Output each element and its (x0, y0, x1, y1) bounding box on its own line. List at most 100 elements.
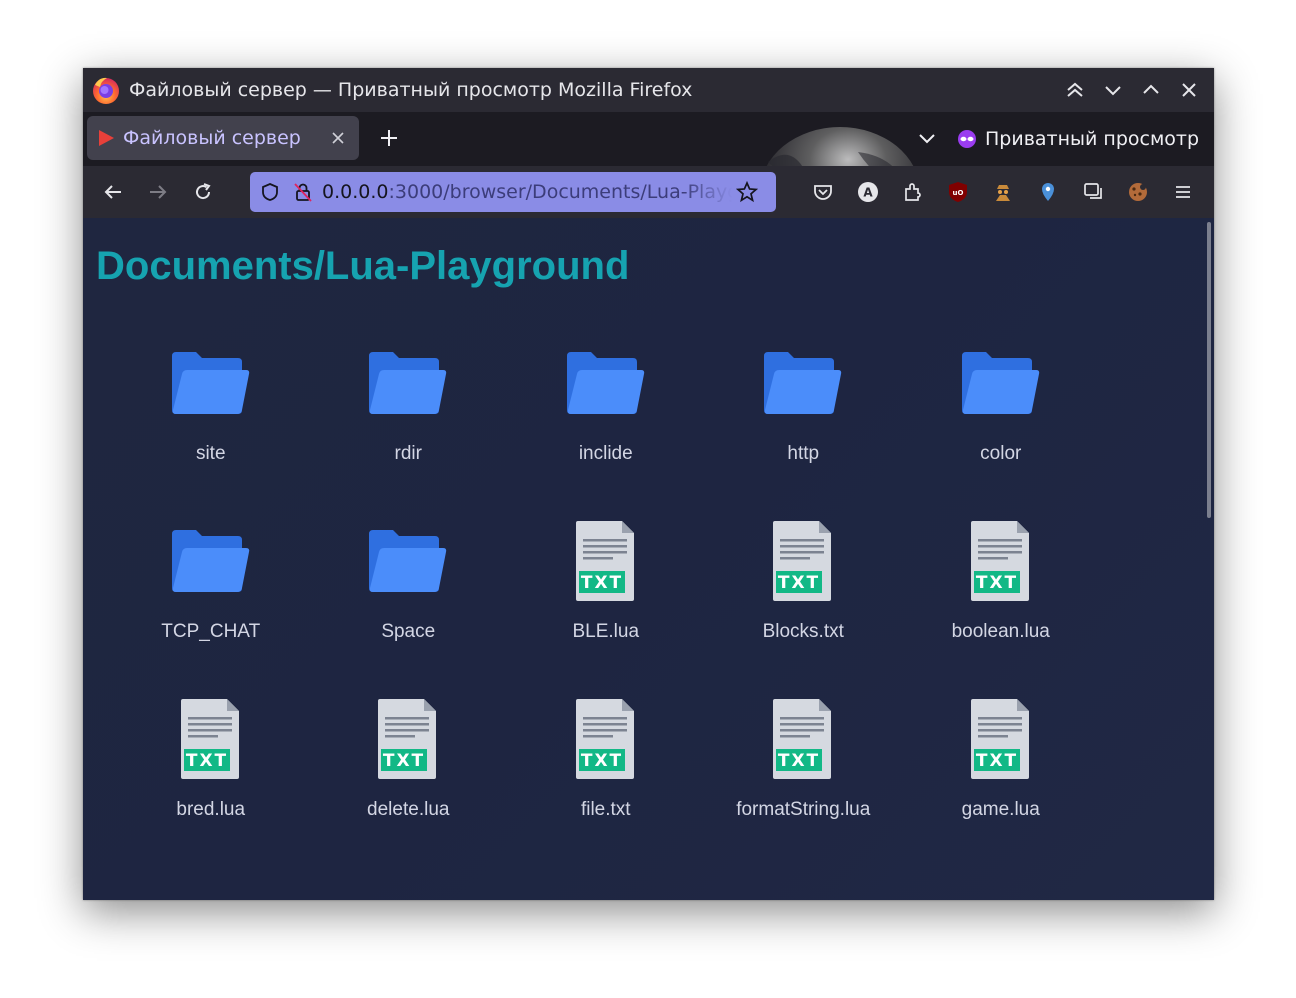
txt-badge-label: TXT (581, 573, 623, 593)
item-label[interactable]: boolean.lua (931, 620, 1071, 643)
list-all-tabs-button[interactable] (913, 124, 941, 152)
tab-title: Файловый сервер (123, 127, 301, 149)
txt-badge-label: TXT (383, 751, 425, 771)
url-text[interactable]: 0.0.0.0:3000/browser/Documents/Lua-Playg… (322, 181, 732, 203)
navigation-toolbar: 0.0.0.0:3000/browser/Documents/Lua-Playg… (83, 166, 1214, 218)
txt-file-icon: TXT (970, 521, 1029, 601)
close-window-button[interactable] (1174, 75, 1204, 105)
spy-extension-button[interactable] (987, 176, 1019, 208)
item-icon-wrap[interactable]: TXT (956, 516, 1046, 606)
txt-badge-label: TXT (581, 751, 623, 771)
tab-close-button[interactable] (329, 129, 347, 147)
insecure-lock-icon[interactable] (292, 181, 314, 203)
location-extension-button[interactable] (1032, 176, 1064, 208)
folder-item[interactable]: color (902, 338, 1100, 516)
arrow-right-icon (150, 185, 167, 199)
title-bar: Файловый сервер — Приватный просмотр Moz… (83, 68, 1214, 112)
item-icon-wrap[interactable]: TXT (561, 694, 651, 784)
item-label[interactable]: game.lua (931, 798, 1071, 821)
puzzle-icon (905, 183, 921, 201)
bookmark-star-icon[interactable] (736, 181, 758, 203)
folder-icon (961, 352, 1039, 414)
item-label[interactable]: delete.lua (338, 798, 478, 821)
folder-icon (369, 530, 447, 592)
item-icon-wrap[interactable]: TXT (956, 694, 1046, 784)
file-item[interactable]: TXT formatString.lua (705, 694, 903, 872)
file-item[interactable]: TXT boolean.lua (902, 516, 1100, 694)
folder-item[interactable]: rdir (310, 338, 508, 516)
forward-button[interactable] (142, 176, 174, 208)
item-icon-wrap[interactable] (166, 338, 256, 428)
minimize-button[interactable] (1098, 75, 1128, 105)
browser-window: Файловый сервер — Приватный просмотр Moz… (83, 68, 1214, 900)
item-label[interactable]: rdir (338, 442, 478, 465)
item-icon-wrap[interactable] (363, 516, 453, 606)
item-label[interactable]: site (141, 442, 281, 465)
folder-item[interactable]: inclide (507, 338, 705, 516)
shield-icon[interactable] (260, 182, 280, 202)
item-label[interactable]: file.txt (536, 798, 676, 821)
item-icon-wrap[interactable] (561, 338, 651, 428)
svg-text:uO: uO (953, 189, 964, 197)
item-label[interactable]: color (931, 442, 1071, 465)
synced-tabs-button[interactable] (1077, 176, 1109, 208)
item-icon-wrap[interactable] (758, 338, 848, 428)
item-label[interactable]: BLE.lua (536, 620, 676, 643)
folder-item[interactable]: http (705, 338, 903, 516)
txt-file-icon: TXT (575, 699, 634, 779)
keep-above-button[interactable] (1060, 75, 1090, 105)
app-menu-button[interactable] (1167, 176, 1199, 208)
folder-icon (764, 352, 842, 414)
item-icon-wrap[interactable]: TXT (758, 694, 848, 784)
tab-file-server[interactable]: Файловый сервер (87, 116, 359, 160)
scrollbar[interactable] (1207, 222, 1211, 518)
item-icon-wrap[interactable] (166, 516, 256, 606)
item-icon-wrap[interactable]: TXT (166, 694, 256, 784)
synced-tabs-icon (1084, 183, 1102, 199)
new-tab-button[interactable] (375, 124, 403, 152)
item-icon-wrap[interactable]: TXT (561, 516, 651, 606)
txt-file-icon: TXT (970, 699, 1029, 779)
plus-icon (381, 130, 397, 146)
item-icon-wrap[interactable]: TXT (363, 694, 453, 784)
item-label[interactable]: inclide (536, 442, 676, 465)
file-item[interactable]: TXT BLE.lua (507, 516, 705, 694)
ublock-origin-button[interactable]: uO (942, 176, 974, 208)
url-path: :3000/browser/Documents/Lua-Playground (388, 181, 732, 203)
cookie-icon (1129, 183, 1147, 201)
file-grid: site rdir inclide http color TCP_CHAT Sp… (112, 338, 1100, 872)
item-label[interactable]: formatString.lua (733, 798, 873, 821)
folder-icon (171, 352, 249, 414)
address-bar[interactable]: 0.0.0.0:3000/browser/Documents/Lua-Playg… (250, 172, 776, 212)
txt-badge-label: TXT (186, 751, 228, 771)
txt-badge-label: TXT (976, 751, 1018, 771)
item-label[interactable]: Space (338, 620, 478, 643)
file-item[interactable]: TXT Blocks.txt (705, 516, 903, 694)
txt-badge-label: TXT (976, 573, 1018, 593)
item-label[interactable]: TCP_CHAT (141, 620, 281, 643)
account-button[interactable]: A (852, 176, 884, 208)
item-icon-wrap[interactable] (363, 338, 453, 428)
item-label[interactable]: bred.lua (141, 798, 281, 821)
item-icon-wrap[interactable]: TXT (758, 516, 848, 606)
reload-icon (196, 183, 211, 200)
cookie-extension-button[interactable] (1122, 176, 1154, 208)
window-title: Файловый сервер — Приватный просмотр Moz… (129, 79, 693, 101)
extensions-button[interactable] (897, 176, 929, 208)
file-item[interactable]: TXT bred.lua (112, 694, 310, 872)
folder-item[interactable]: Space (310, 516, 508, 694)
play-favicon-icon (99, 130, 114, 146)
folder-item[interactable]: site (112, 338, 310, 516)
file-item[interactable]: TXT delete.lua (310, 694, 508, 872)
item-label[interactable]: http (733, 442, 873, 465)
pocket-button[interactable] (807, 176, 839, 208)
back-button[interactable] (97, 176, 129, 208)
maximize-button[interactable] (1136, 75, 1166, 105)
page-content: Documents/Lua-Playground site rdir incli… (83, 218, 1214, 900)
reload-button[interactable] (187, 176, 219, 208)
file-item[interactable]: TXT game.lua (902, 694, 1100, 872)
folder-item[interactable]: TCP_CHAT (112, 516, 310, 694)
file-item[interactable]: TXT file.txt (507, 694, 705, 872)
item-label[interactable]: Blocks.txt (733, 620, 873, 643)
item-icon-wrap[interactable] (956, 338, 1046, 428)
